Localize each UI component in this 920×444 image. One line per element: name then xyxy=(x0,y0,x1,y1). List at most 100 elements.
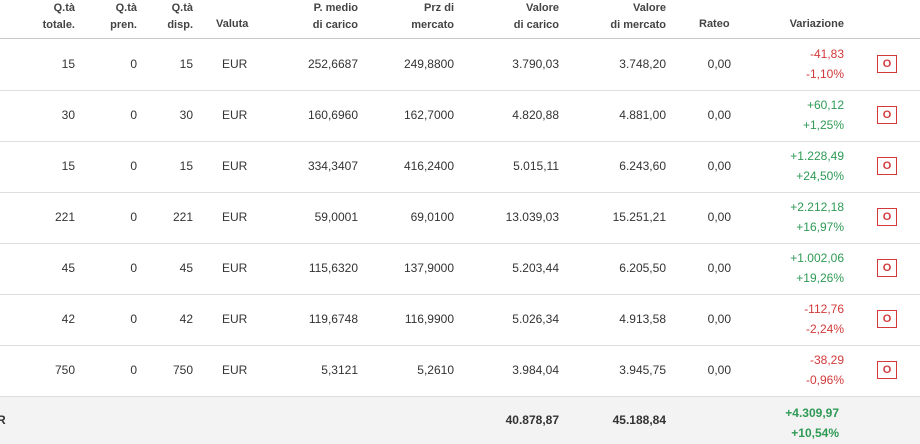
market-price-cell: 5,2610 xyxy=(417,363,454,377)
header-qty-pren-line1: Q.tà xyxy=(115,2,137,14)
load-value-cell: 3.790,03 xyxy=(512,57,559,71)
variation-abs: -41,83 xyxy=(809,47,844,61)
header-market-value: Valore di mercato xyxy=(565,0,666,34)
order-button[interactable]: O xyxy=(877,157,897,175)
total-row: R 40.878,87 45.188,84 +4.309,97 +10,54% xyxy=(0,396,920,444)
qty-disp-cell: 750 xyxy=(172,363,193,377)
header-qty-disp: Q.tà disp. xyxy=(145,0,193,34)
market-price-cell: 137,9000 xyxy=(403,261,454,275)
market-value-cell: 6.205,50 xyxy=(619,261,666,275)
variation-pct: +1,25% xyxy=(802,118,844,132)
header-qty-total-line1: Q.tà xyxy=(53,2,75,14)
qty-pren-cell: 0 xyxy=(130,108,137,122)
variation-cell: +1.228,49 +24,50% xyxy=(740,141,844,192)
order-button[interactable]: O xyxy=(877,259,897,277)
load-value-cell: 3.984,04 xyxy=(512,363,559,377)
avg-price-cell: 5,3121 xyxy=(321,363,358,377)
market-price-cell: 249,8800 xyxy=(403,57,454,71)
header-qty-total: Q.tà totale. xyxy=(20,0,75,34)
header-load-value-line1: Valore xyxy=(525,2,559,14)
avg-price-cell: 160,6960 xyxy=(307,108,358,122)
table-row: 15 0 15 EUR 252,6687 249,8800 3.790,03 3… xyxy=(0,39,920,91)
header-avg-price-line1: P. medio xyxy=(313,2,358,14)
header-market-price-line2: mercato xyxy=(411,19,454,31)
accrual-cell: 0,00 xyxy=(707,159,731,173)
variation-cell: +1.002,06 +19,26% xyxy=(740,243,844,294)
total-market-value: 45.188,84 xyxy=(612,413,666,427)
qty-pren-cell: 0 xyxy=(130,261,137,275)
header-load-value: Valore di carico xyxy=(465,0,559,34)
variation-abs: +1.002,06 xyxy=(790,251,844,265)
qty-total-cell: 221 xyxy=(54,210,75,224)
total-variation-abs: +4.309,97 xyxy=(785,406,839,420)
accrual-cell: 0,00 xyxy=(707,108,731,122)
variation-abs: +1.228,49 xyxy=(790,149,844,163)
total-variation: +4.309,97 +10,54% xyxy=(740,397,839,443)
variation-cell: -38,29 -0,96% xyxy=(740,345,844,396)
market-value-cell: 4.881,00 xyxy=(619,108,666,122)
qty-total-cell: 15 xyxy=(61,159,75,173)
qty-pren-cell: 0 xyxy=(130,210,137,224)
avg-price-cell: 252,6687 xyxy=(307,57,358,71)
qty-total-cell: 45 xyxy=(61,261,75,275)
market-value-cell: 15.251,21 xyxy=(612,210,666,224)
accrual-cell: 0,00 xyxy=(707,312,731,326)
qty-pren-cell: 0 xyxy=(130,363,137,377)
variation-cell: -112,76 -2,24% xyxy=(740,294,844,345)
order-button[interactable]: O xyxy=(877,55,897,73)
avg-price-cell: 334,3407 xyxy=(307,159,358,173)
qty-disp-cell: 221 xyxy=(172,210,193,224)
header-market-value-line1: Valore xyxy=(632,2,666,14)
variation-cell: +2.212,18 +16,97% xyxy=(740,192,844,243)
market-value-cell: 3.748,20 xyxy=(619,57,666,71)
avg-price-cell: 115,6320 xyxy=(308,261,358,275)
market-value-cell: 4.913,58 xyxy=(619,312,666,326)
table-row: 30 0 30 EUR 160,6960 162,7000 4.820,88 4… xyxy=(0,90,920,142)
order-button[interactable]: O xyxy=(877,310,897,328)
order-button[interactable]: O xyxy=(877,361,897,379)
variation-abs: +2.212,18 xyxy=(790,200,844,214)
market-price-cell: 69,0100 xyxy=(410,210,454,224)
market-value-cell: 6.243,60 xyxy=(619,159,666,173)
qty-total-cell: 30 xyxy=(61,108,75,122)
total-variation-pct: +10,54% xyxy=(791,426,839,440)
qty-total-cell: 15 xyxy=(61,57,75,71)
header-qty-pren-line2: pren. xyxy=(110,19,137,31)
total-load-value: 40.878,87 xyxy=(505,413,559,427)
header-market-value-line2: di mercato xyxy=(610,19,666,31)
qty-disp-cell: 30 xyxy=(179,108,193,122)
table-header: Q.tà totale. Q.tà pren. Q.tà disp. Valut… xyxy=(0,0,920,39)
variation-pct: +19,26% xyxy=(796,271,844,285)
header-accrual: Rateo xyxy=(699,18,730,30)
market-price-cell: 162,7000 xyxy=(403,108,454,122)
qty-pren-cell: 0 xyxy=(130,312,137,326)
accrual-cell: 0,00 xyxy=(707,210,731,224)
qty-total-cell: 42 xyxy=(61,312,75,326)
header-variation: Variazione xyxy=(789,18,844,30)
avg-price-cell: 59,0001 xyxy=(314,210,358,224)
variation-abs: -112,76 xyxy=(804,302,844,316)
header-qty-disp-line2: disp. xyxy=(167,19,193,31)
avg-price-cell: 119,6748 xyxy=(308,312,358,326)
header-market-price: Prz di mercato xyxy=(365,0,454,34)
order-button[interactable]: O xyxy=(877,208,897,226)
header-market-price-line1: Prz di xyxy=(424,2,454,14)
order-button[interactable]: O xyxy=(877,106,897,124)
table-row: 45 0 45 EUR 115,6320 137,9000 5.203,44 6… xyxy=(0,243,920,295)
table-row: 750 0 750 EUR 5,3121 5,2610 3.984,04 3.9… xyxy=(0,345,920,397)
qty-pren-cell: 0 xyxy=(130,57,137,71)
qty-disp-cell: 42 xyxy=(179,312,193,326)
variation-pct: +24,50% xyxy=(796,169,844,183)
header-avg-price-line2: di carico xyxy=(312,19,358,31)
qty-total-cell: 750 xyxy=(54,363,75,377)
market-price-cell: 116,9900 xyxy=(404,312,454,326)
variation-abs: +60,12 xyxy=(806,98,844,112)
qty-disp-cell: 15 xyxy=(179,57,193,71)
load-value-cell: 5.026,34 xyxy=(512,312,559,326)
market-value-cell: 3.945,75 xyxy=(619,363,666,377)
variation-pct: -1,10% xyxy=(805,67,844,81)
load-value-cell: 13.039,03 xyxy=(505,210,559,224)
total-label: R xyxy=(0,413,6,427)
header-load-value-line2: di carico xyxy=(513,19,559,31)
load-value-cell: 5.015,11 xyxy=(513,159,559,173)
